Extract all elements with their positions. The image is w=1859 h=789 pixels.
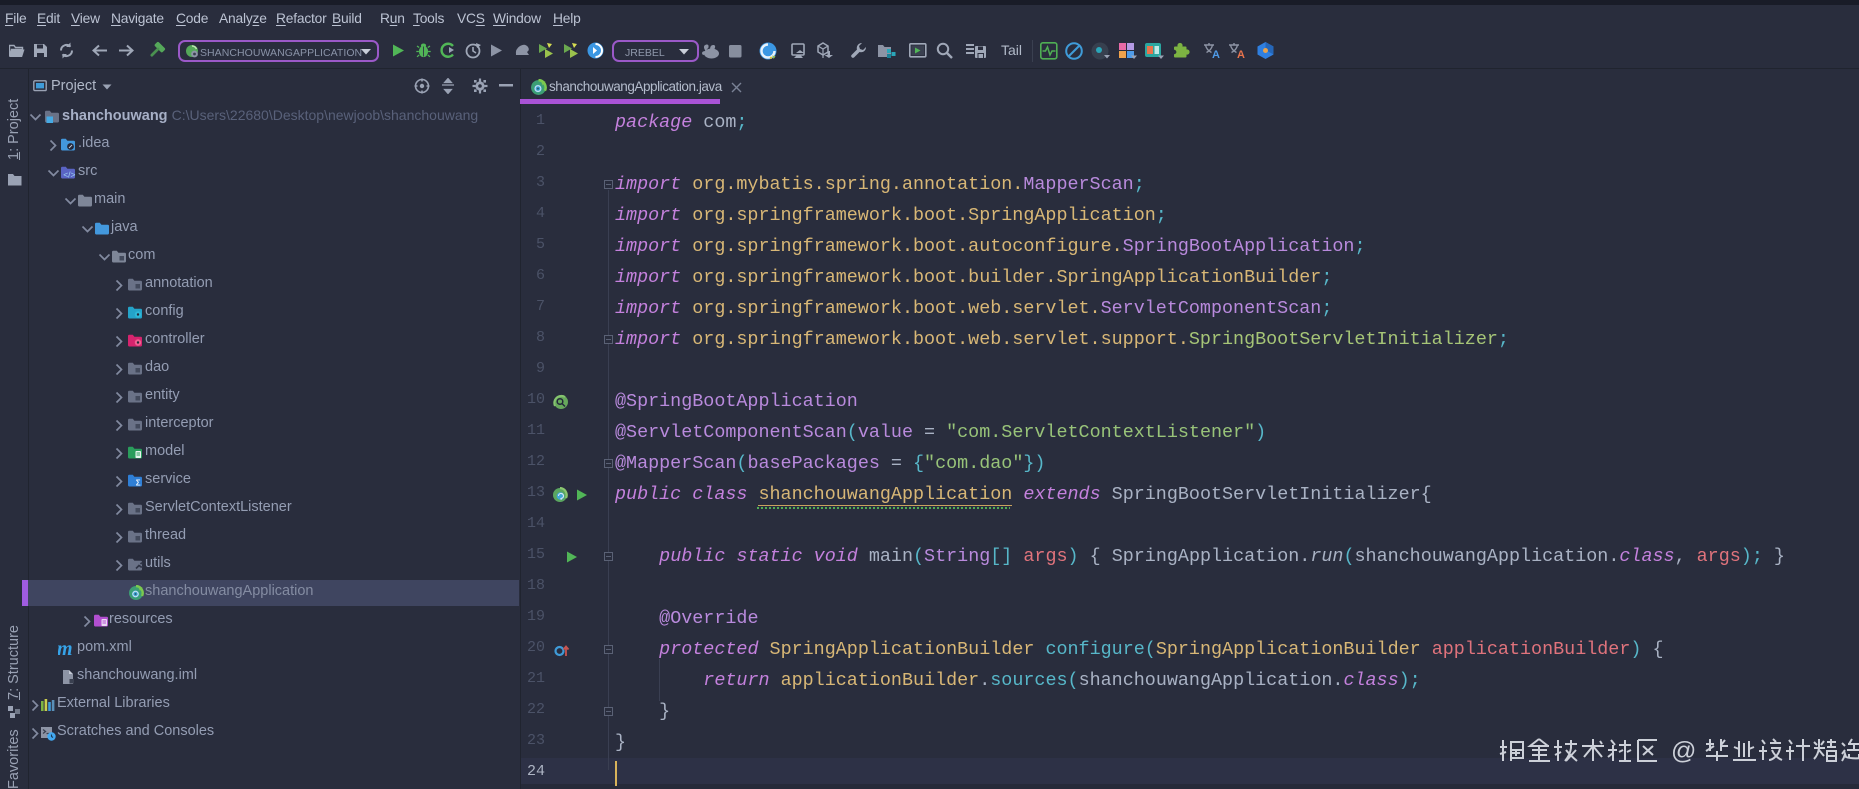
svg-text:</>: </> (63, 170, 75, 180)
svg-text:Σ: Σ (136, 478, 141, 487)
svg-text:@: @ (1671, 737, 1696, 764)
svg-text:A: A (1212, 49, 1220, 60)
svg-text:A: A (1237, 49, 1245, 60)
svg-text:m: m (58, 641, 73, 657)
